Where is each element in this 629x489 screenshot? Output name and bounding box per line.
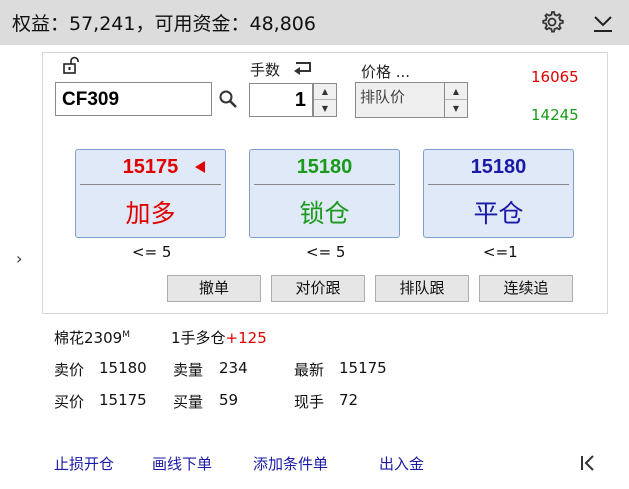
chevron-right-icon[interactable]: › [16, 249, 22, 268]
divider [254, 184, 395, 185]
position-summary: 1手多仓+125 [171, 327, 267, 348]
close-position-button[interactable]: 15180 平仓 [423, 149, 574, 238]
button-price: 15180 [296, 156, 353, 178]
price-label[interactable]: 价格 ... [361, 61, 410, 82]
quantity-input[interactable]: 1 [249, 83, 313, 117]
symbol-input[interactable]: CF309 [55, 82, 212, 116]
lower-limit-price: 14245 [531, 106, 579, 124]
deposit-withdraw-link[interactable]: 出入金 [379, 453, 424, 474]
button-action: 加多 [125, 199, 176, 228]
gear-icon[interactable] [540, 10, 564, 34]
quantity-stepper[interactable]: ▲ ▼ [313, 83, 337, 117]
current-hand: 72 [339, 391, 359, 409]
position-pnl: +125 [225, 329, 267, 347]
return-arrow-icon[interactable] [292, 59, 314, 77]
stepper-up-icon[interactable]: ▲ [314, 84, 336, 100]
last-label: 最新 [294, 361, 325, 379]
skip-to-start-icon[interactable] [579, 454, 597, 472]
continuous-chase-button[interactable]: 连续追 [479, 275, 573, 302]
stepper-down-icon[interactable]: ▼ [445, 100, 467, 117]
ask-label: 卖价 [54, 361, 85, 379]
price-stepper[interactable]: ▲ ▼ [444, 82, 468, 118]
divider [80, 184, 221, 185]
follow-counter-price-button[interactable]: 对价跟 [271, 275, 365, 302]
close-limit: <=1 [483, 243, 518, 261]
add-long-limit: <= 5 [132, 243, 172, 261]
add-conditional-order-link[interactable]: 添加条件单 [253, 453, 328, 474]
equity-summary: 权益：57,241，可用资金：48,806 [12, 13, 316, 35]
ask-price: 15180 [99, 359, 147, 377]
search-icon[interactable] [218, 89, 238, 109]
position-text: 1手多仓 [171, 329, 226, 347]
current-hand-label: 现手 [294, 393, 325, 411]
last-price: 15175 [339, 359, 387, 377]
unlock-icon[interactable] [62, 56, 82, 76]
stop-loss-open-link[interactable]: 止损开仓 [54, 453, 114, 474]
stepper-up-icon[interactable]: ▲ [445, 83, 467, 100]
account-header: 权益：57,241，可用资金：48,806 [0, 0, 629, 45]
chevron-down-bar-icon[interactable] [592, 12, 614, 34]
quantity-label: 手数 [250, 61, 281, 79]
lock-limit: <= 5 [306, 243, 346, 261]
button-action: 锁仓 [299, 199, 350, 228]
contract-name-text: 棉花2309 [54, 329, 123, 347]
button-price: 15180 [470, 156, 527, 178]
contract-name: 棉花2309M [54, 327, 130, 348]
bid-volume-label: 买量 [173, 393, 204, 411]
follow-queue-price-button[interactable]: 排队跟 [375, 275, 469, 302]
upper-limit-price: 16065 [531, 68, 579, 86]
ask-volume: 234 [219, 359, 248, 377]
contract-month-mark: M [122, 330, 130, 340]
divider [428, 184, 569, 185]
price-mode-select[interactable]: 排队价 [355, 82, 445, 118]
price-pointer-icon [195, 161, 205, 173]
bid-volume: 59 [219, 391, 239, 409]
ask-volume-label: 卖量 [173, 361, 204, 379]
add-long-button[interactable]: 15175 加多 [75, 149, 226, 238]
stepper-down-icon[interactable]: ▼ [314, 100, 336, 116]
draw-line-order-link[interactable]: 画线下单 [152, 453, 212, 474]
button-action: 平仓 [473, 199, 524, 228]
bid-price: 15175 [99, 391, 147, 409]
lock-position-button[interactable]: 15180 锁仓 [249, 149, 400, 238]
cancel-order-button[interactable]: 撤单 [167, 275, 261, 302]
bid-label: 买价 [54, 393, 85, 411]
